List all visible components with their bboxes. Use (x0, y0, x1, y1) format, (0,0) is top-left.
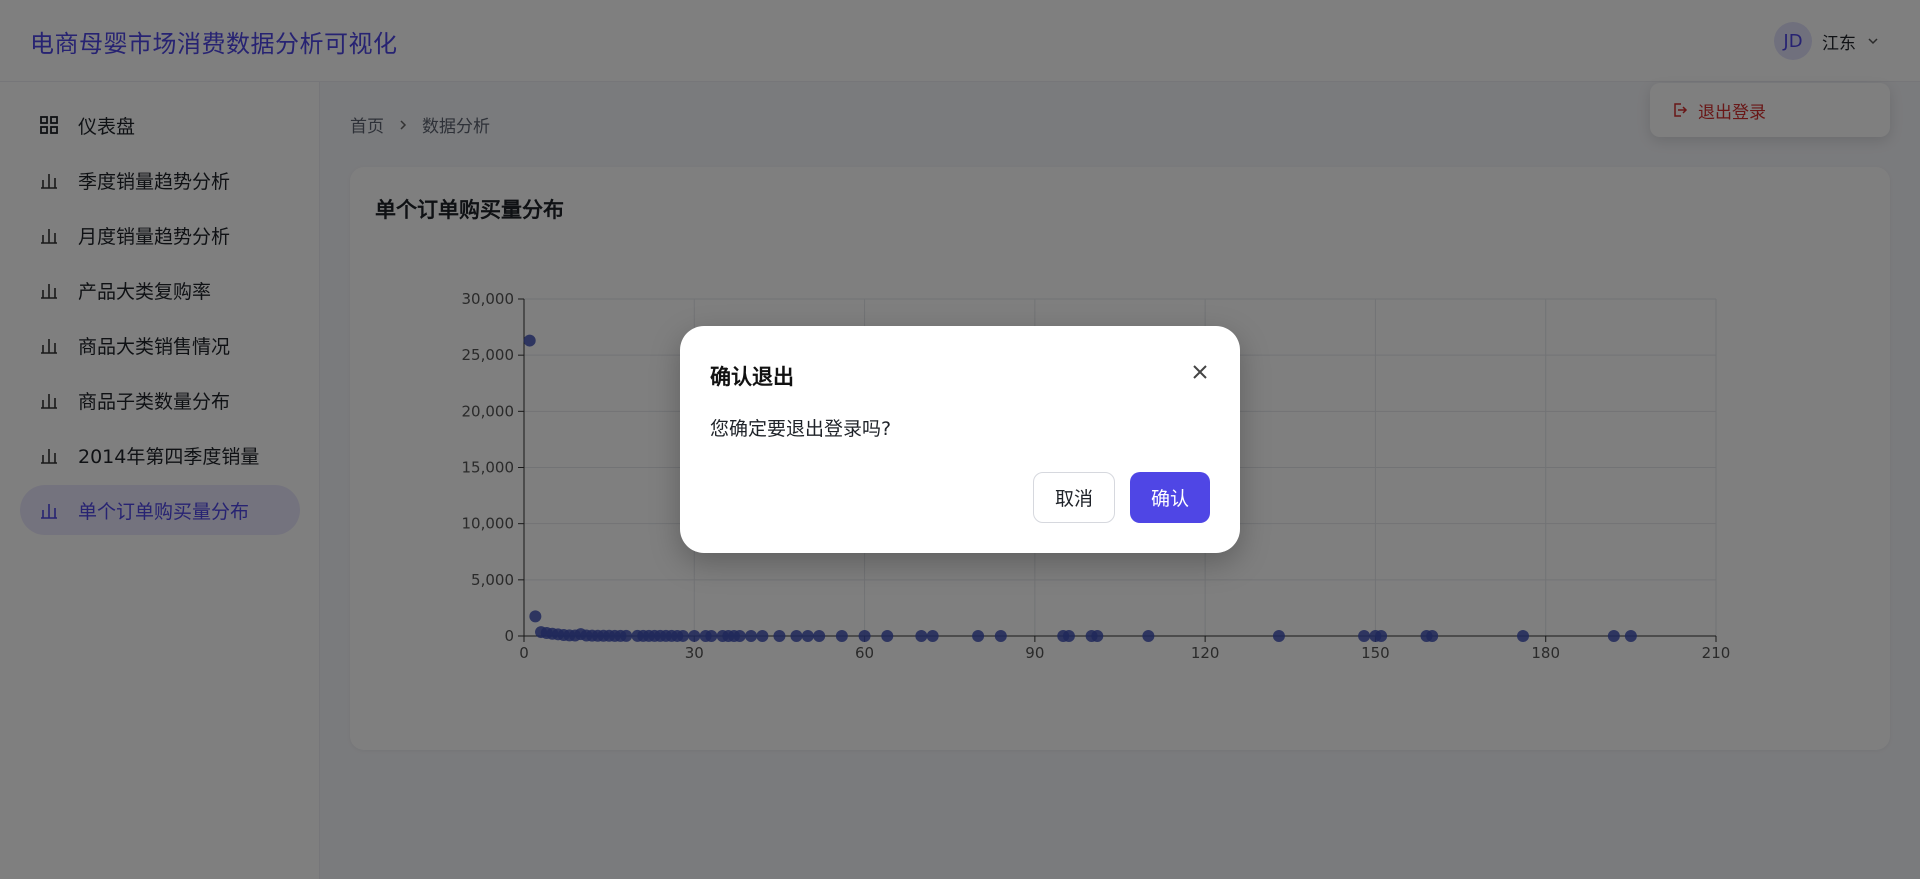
cancel-button[interactable]: 取消 (1033, 472, 1115, 523)
dialog-message: 您确定要退出登录吗? (710, 418, 892, 440)
confirm-logout-dialog: 确认退出 您确定要退出登录吗? 取消 确认 (680, 326, 1240, 553)
close-icon[interactable] (1190, 362, 1210, 382)
dialog-title: 确认退出 (710, 365, 794, 389)
confirm-button[interactable]: 确认 (1130, 472, 1210, 523)
